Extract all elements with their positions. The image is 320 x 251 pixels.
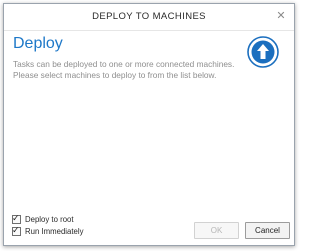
ok-button[interactable]: OK <box>194 222 239 239</box>
run-immediately-option[interactable]: ✓ Run Immediately <box>12 225 84 237</box>
deploy-to-root-label: Deploy to root <box>25 215 74 224</box>
checkmark-icon: ✓ <box>12 225 20 235</box>
options-group: ✓ Deploy to root ✓ Run Immediately <box>12 213 84 238</box>
run-immediately-label: Run Immediately <box>25 227 84 236</box>
deploy-to-root-checkbox[interactable]: ✓ <box>12 213 21 224</box>
upload-arrow-icon-graphic <box>247 36 279 68</box>
deploy-to-root-option[interactable]: ✓ Deploy to root <box>12 213 84 225</box>
window-title: DEPLOY TO MACHINES <box>92 11 206 22</box>
description-text: Tasks can be deployed to one or more con… <box>13 59 235 80</box>
upload-arrow-icon[interactable] <box>247 36 279 68</box>
close-button[interactable]: ✕ <box>274 9 288 23</box>
checkmark-icon: ✓ <box>12 213 20 223</box>
cancel-button[interactable]: Cancel <box>245 222 290 239</box>
page-heading: Deploy <box>13 35 63 52</box>
title-bar: DEPLOY TO MACHINES ✕ <box>4 4 294 31</box>
run-immediately-checkbox[interactable]: ✓ <box>12 225 21 236</box>
deploy-dialog: DEPLOY TO MACHINES ✕ Deploy Tasks can be… <box>3 3 295 246</box>
